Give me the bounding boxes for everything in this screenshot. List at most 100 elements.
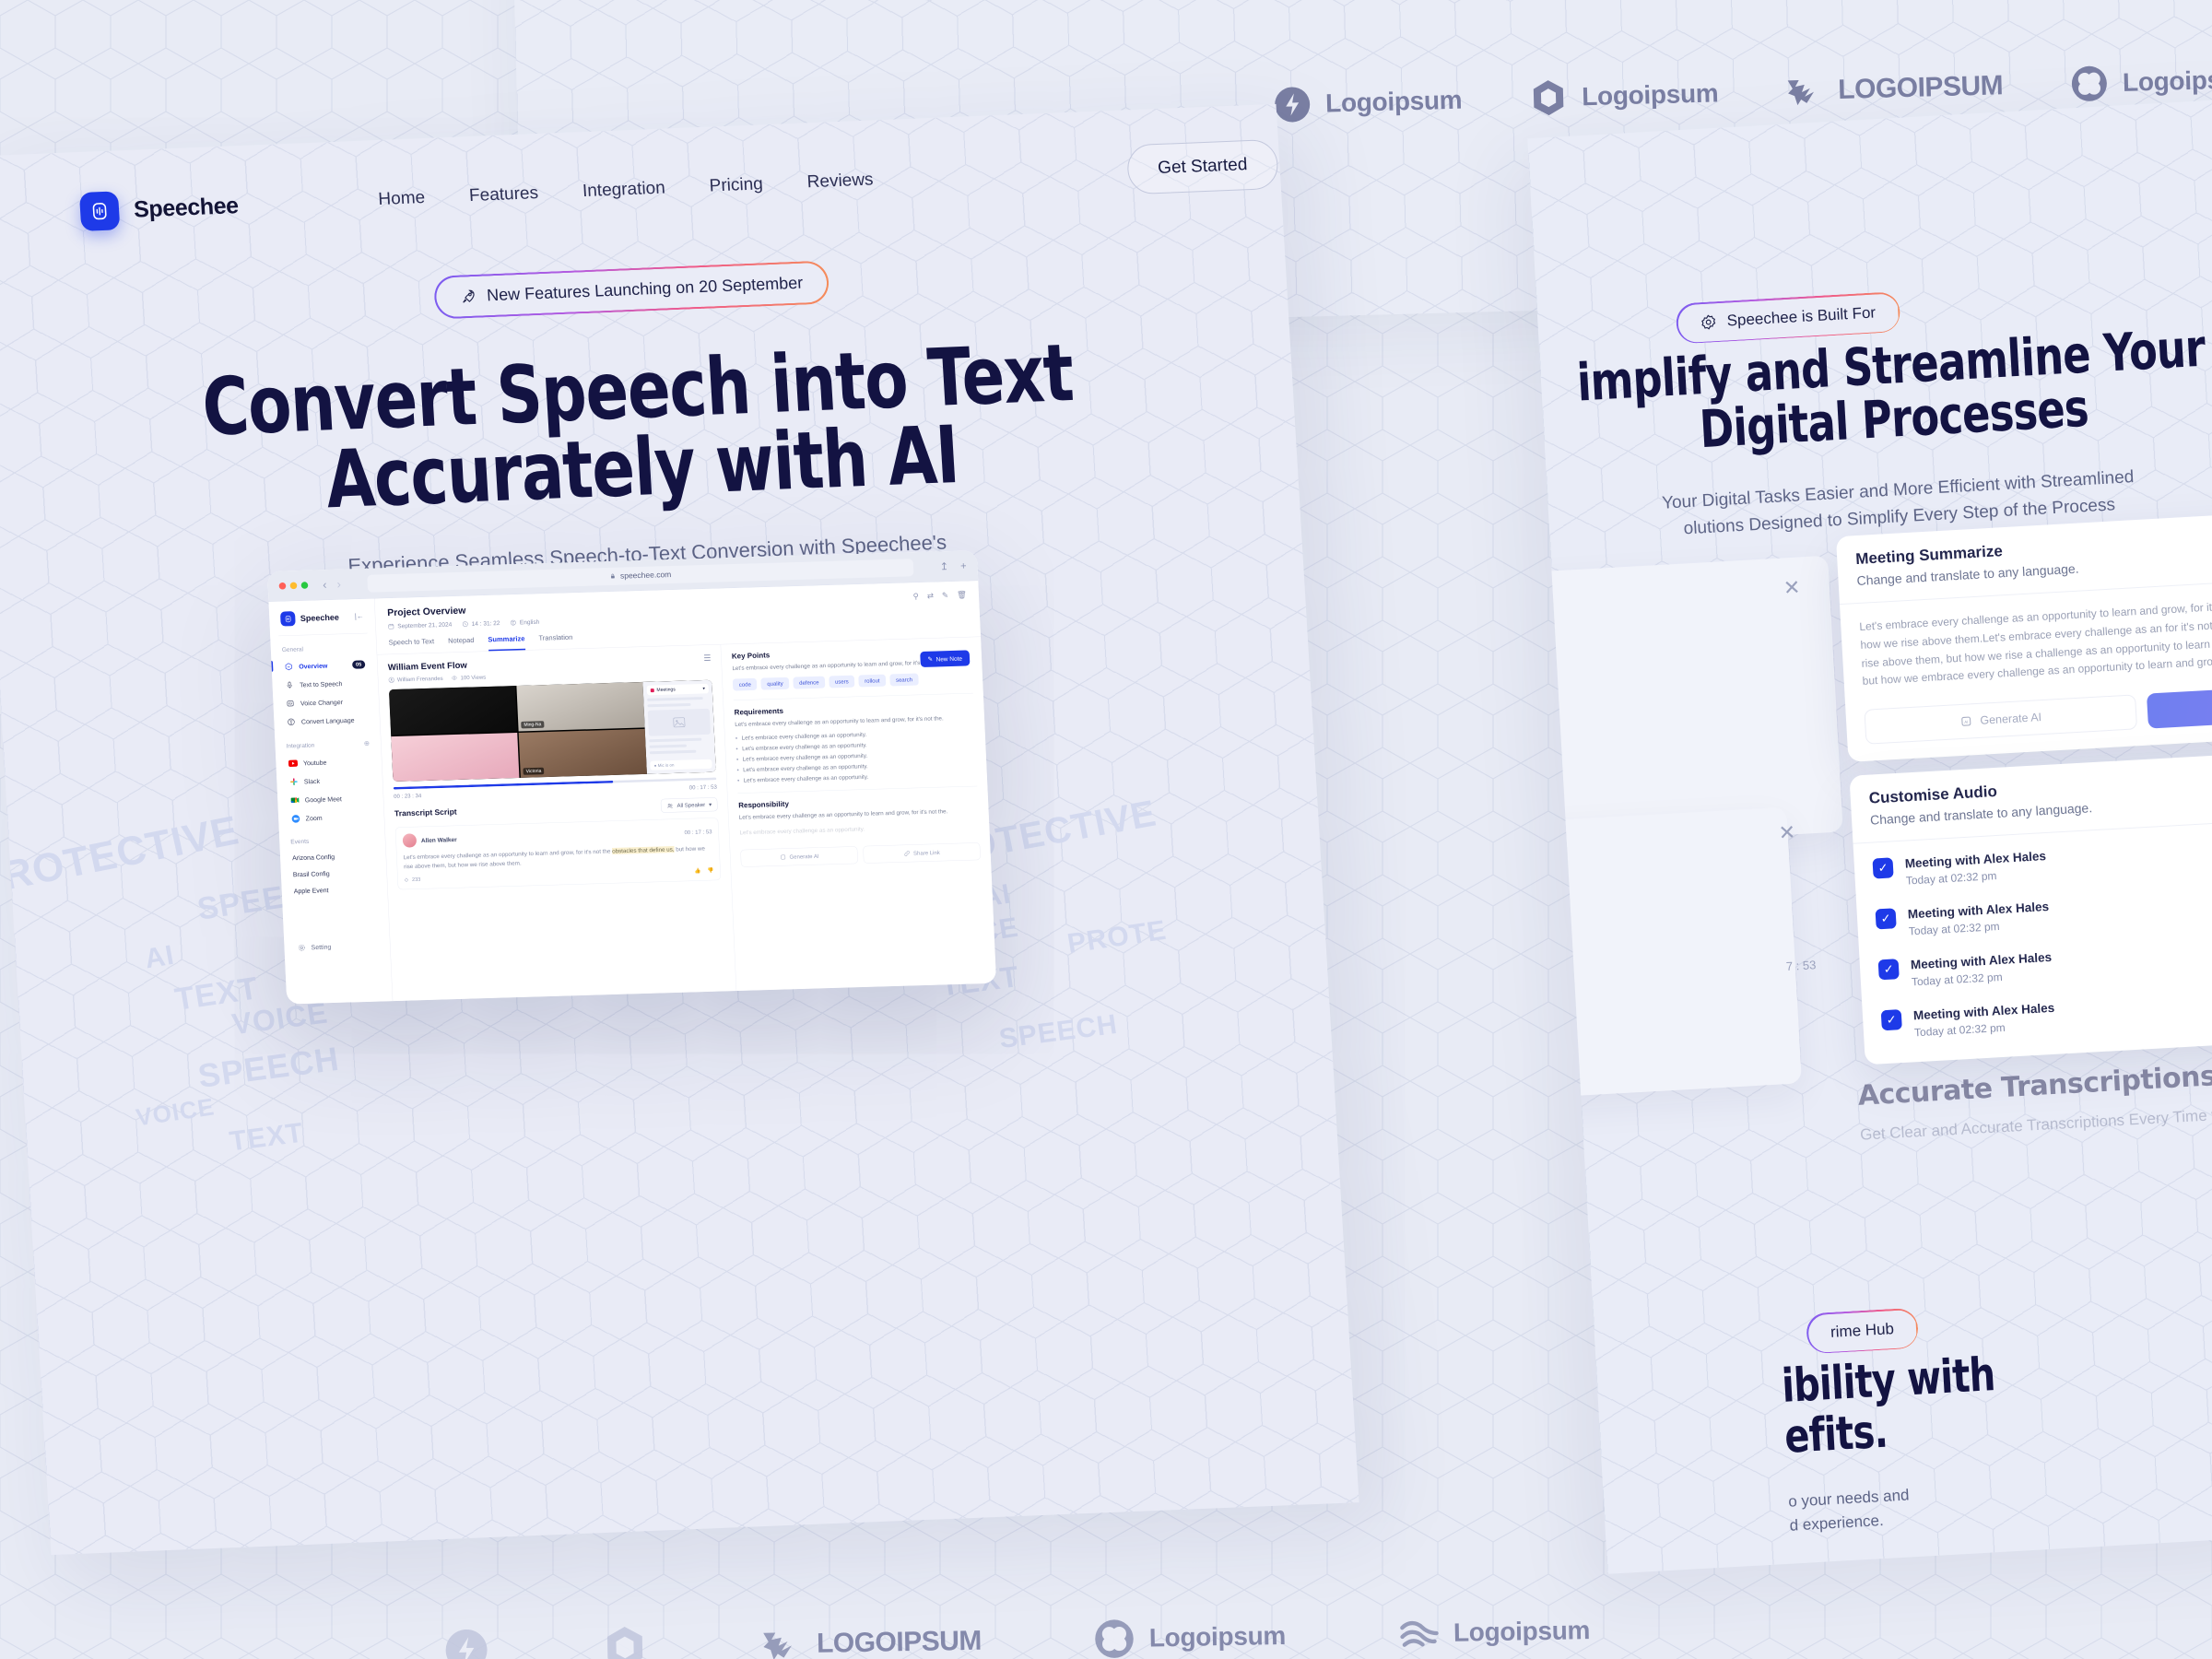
- tab-speech-to-text[interactable]: Speech to Text: [388, 638, 434, 654]
- transcript-section: Transcript Script All Speaker ▾ Allen Wa…: [394, 790, 722, 890]
- app-sidebar: Speechee |← General Overview 05 Text to …: [268, 598, 394, 1005]
- tab-translation[interactable]: Translation: [538, 633, 573, 650]
- ai-chip-icon: [781, 854, 786, 860]
- right-section-badge: Speechee is Built For: [1675, 291, 1901, 345]
- sidebar-item-label: Zoom: [305, 814, 323, 822]
- maximize-window-dot[interactable]: [300, 582, 309, 589]
- minimize-window-dot[interactable]: [289, 582, 298, 590]
- bolt-circle-icon: [445, 1629, 488, 1659]
- plus-circle-icon[interactable]: ⊕: [364, 739, 371, 747]
- meetings-panel-header[interactable]: Meetings ▾: [646, 683, 710, 696]
- nav-link-integration[interactable]: Integration: [582, 179, 665, 203]
- meeting-summarize-card: Meeting Summarize Change and translate t…: [1835, 503, 2212, 763]
- close-icon[interactable]: ✕: [1783, 575, 1801, 600]
- checkbox-checked-icon[interactable]: ✓: [1877, 959, 1900, 981]
- app-browser-mockup: ‹ › speechee.com ↥ + Speechee |← General…: [267, 550, 997, 1005]
- speaker-filter-value: All Speaker: [677, 801, 706, 809]
- share-link-button[interactable]: Share Link: [863, 841, 981, 864]
- chip-search[interactable]: search: [889, 673, 919, 687]
- new-note-button[interactable]: ✎ New Note: [920, 650, 971, 667]
- meeting-video-player[interactable]: Ming-Na Victoria Meetings ▾ ● Mic is on: [388, 679, 717, 782]
- thumbs-down-icon[interactable]: 👎: [707, 867, 713, 874]
- bird-icon: [1788, 80, 1815, 106]
- sidebar-brand[interactable]: Speechee |←: [276, 608, 368, 637]
- checkbox-checked-icon[interactable]: ✓: [1880, 1009, 1902, 1031]
- translate-icon: [286, 717, 296, 727]
- ghost-preview-card-2: [1527, 806, 1802, 1104]
- translate-icon: [511, 619, 516, 626]
- share-icon[interactable]: ↥: [940, 560, 949, 572]
- sidebar-group-label-integration: Integration ⊕: [286, 739, 370, 750]
- project-date: September 21, 2024: [388, 621, 452, 630]
- list-icon[interactable]: ☰: [703, 653, 712, 664]
- close-icon[interactable]: ✕: [1778, 820, 1796, 845]
- trash-icon[interactable]: 🗑: [957, 590, 967, 599]
- sidebar-item-label: Overview: [299, 662, 328, 671]
- mic-status-bar[interactable]: ● Mic is on: [650, 759, 712, 771]
- chevron-right-icon[interactable]: ›: [336, 577, 341, 592]
- chevron-left-icon[interactable]: ‹: [323, 578, 327, 593]
- meeting-checklist: ✓ Meeting with Alex Hales Today at 02:32…: [1853, 811, 2212, 1065]
- sidebar-group-text: Integration: [286, 741, 315, 749]
- thumbs-up-icon[interactable]: 👍: [695, 868, 701, 874]
- nav-link-pricing[interactable]: Pricing: [709, 174, 763, 196]
- sidebar-item-convert-language[interactable]: Convert Language: [282, 711, 371, 732]
- pencil-icon: ✎: [927, 655, 934, 663]
- nav-link-reviews[interactable]: Reviews: [806, 170, 874, 193]
- speaker-filter-select[interactable]: All Speaker ▾: [660, 797, 719, 813]
- partner-logo: LOGOIPSUM: [1784, 65, 2004, 112]
- bird-icon: [763, 1632, 792, 1659]
- event-views: 100 Views: [451, 674, 486, 681]
- checkbox-checked-icon[interactable]: ✓: [1872, 857, 1894, 879]
- sidebar-item-label: Convert Language: [300, 716, 355, 725]
- transcript-header: Transcript Script All Speaker ▾: [394, 797, 719, 820]
- get-started-button[interactable]: Get Started: [1125, 138, 1279, 195]
- chip-rollout[interactable]: rollout: [858, 674, 887, 688]
- generate-ai-button[interactable]: Generate AI: [740, 845, 859, 867]
- nav-link-home[interactable]: Home: [378, 188, 426, 210]
- share-icon[interactable]: ⇄: [927, 592, 935, 601]
- search-icon[interactable]: ⚲: [912, 592, 919, 601]
- chip-code[interactable]: code: [733, 677, 758, 691]
- brand-logo[interactable]: Speechee: [78, 186, 240, 231]
- requirements-list: Let's embrace every challenge as an oppo…: [735, 728, 977, 784]
- chip-users[interactable]: users: [829, 675, 855, 688]
- project-actions: ⚲ ⇄ ✎ 🗑: [912, 590, 967, 601]
- ghost-card-timestamp: 7 : 53: [1785, 958, 1817, 973]
- tab-notepad[interactable]: Notepad: [448, 636, 475, 652]
- chip-quality[interactable]: quality: [760, 677, 790, 690]
- link-icon: [904, 850, 910, 856]
- nav-links: Home Features Integration Pricing Review…: [378, 170, 874, 210]
- clock-icon: [462, 621, 468, 627]
- waveform-icon: [285, 699, 295, 709]
- tab-summarize[interactable]: Summarize: [488, 634, 526, 652]
- nav-link-features[interactable]: Features: [468, 183, 538, 206]
- video-tile: [388, 686, 518, 735]
- chevron-down-icon[interactable]: ▾: [702, 686, 705, 691]
- checkbox-checked-icon[interactable]: ✓: [1875, 908, 1897, 930]
- partner-logo: Logoipsum: [1272, 80, 1463, 125]
- ai-chip-icon: AI: [1961, 716, 1971, 726]
- sidebar-event-apple[interactable]: Apple Event: [289, 880, 379, 900]
- event-author: William Frenandes: [388, 675, 443, 683]
- chip-defence[interactable]: defence: [793, 676, 826, 689]
- window-controls[interactable]: [278, 582, 309, 590]
- svg-text:AI: AI: [1964, 720, 1968, 724]
- close-window-dot[interactable]: [278, 582, 287, 590]
- key-points-chips: code quality defence users rollout searc…: [733, 672, 972, 691]
- sidebar-item-zoom[interactable]: Zoom: [287, 807, 376, 829]
- youtube-icon: [288, 759, 299, 769]
- hero-announcement-badge[interactable]: New Features Launching on 20 September: [432, 260, 830, 320]
- feature-title: Accurate Transcriptions: [1856, 1060, 2212, 1112]
- edit-icon[interactable]: ✎: [942, 591, 949, 600]
- image-icon: [673, 717, 686, 728]
- collapse-sidebar-icon[interactable]: |←: [355, 612, 364, 620]
- partner-logo: LOGOIPSUM: [759, 1619, 982, 1659]
- plus-icon[interactable]: +: [960, 559, 967, 571]
- sidebar-settings[interactable]: Setting: [292, 936, 382, 957]
- placeholder-line: [647, 697, 703, 701]
- time-total: 00 : 17 : 53: [688, 783, 717, 791]
- sidebar-item-label: Google Meet: [304, 794, 343, 804]
- partner-logo: Logoipsum: [1091, 1614, 1286, 1659]
- requirements-section: Requirements Let's embrace every challen…: [734, 693, 977, 784]
